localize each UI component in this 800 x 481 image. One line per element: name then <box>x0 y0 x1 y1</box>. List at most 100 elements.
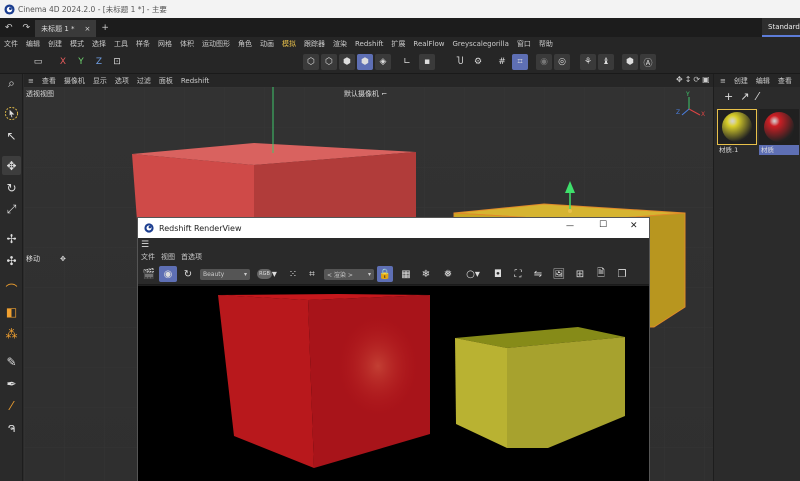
menu-item-14[interactable]: 渲染 <box>333 39 347 49</box>
render-region-icon[interactable]: ⬢ <box>622 54 638 70</box>
menu-item-10[interactable]: 角色 <box>238 39 252 49</box>
viewport-panel-icon[interactable]: ≡ <box>28 77 34 85</box>
menu-item-6[interactable]: 样条 <box>136 39 150 49</box>
render-image[interactable] <box>138 286 649 481</box>
viewport-solo-icon[interactable]: ◎ <box>554 54 570 70</box>
bucket-icon[interactable]: ▦ <box>398 266 414 282</box>
arrow-icon[interactable]: ↗ <box>740 90 749 103</box>
render-settings-icon[interactable]: Ⓐ <box>640 54 656 70</box>
knife-icon[interactable]: ⁄ <box>2 396 21 415</box>
ipr-render-icon[interactable]: ◉ <box>159 266 177 282</box>
add-material-icon[interactable]: + <box>724 90 733 103</box>
camera-label[interactable]: 默认摄像机 ⌐ <box>344 89 387 99</box>
add-snapshot-icon[interactable]: ⊞ <box>572 266 588 282</box>
viewport-menu-item-3[interactable]: 选项 <box>115 76 129 86</box>
primitive-cube-icon[interactable]: ◧ <box>2 302 21 321</box>
menu-item-18[interactable]: Greyscalegorilla <box>453 40 509 48</box>
render-stage-select[interactable]: < 渲染 > ▾ <box>324 268 374 280</box>
axis-x-lock-button[interactable]: X <box>55 54 71 70</box>
save-image-icon[interactable]: 🗎 <box>593 266 609 282</box>
viewport-menu-item-6[interactable]: Redshift <box>181 77 209 85</box>
spline-pen-icon[interactable]: ⌒ <box>2 280 21 299</box>
maximize-view-icon[interactable]: ▣ <box>702 75 710 84</box>
coordinate-tool-icon[interactable]: ✣ <box>2 251 21 270</box>
document-tab-close-icon[interactable]: × <box>85 25 91 33</box>
coordinate-system-icon[interactable]: ⊡ <box>109 54 125 70</box>
layout-selector[interactable]: Standard <box>762 18 800 37</box>
menu-item-4[interactable]: 选择 <box>92 39 106 49</box>
renderview-maximize-button[interactable]: ☐ <box>599 220 607 230</box>
uv-mode-icon[interactable]: ◈ <box>375 54 391 70</box>
renderview-menu-item-0[interactable]: 文件 <box>141 252 155 262</box>
material-menu-item-1[interactable]: 编辑 <box>756 76 770 86</box>
circle-select-icon[interactable]: ○▾ <box>462 266 484 282</box>
menu-item-0[interactable]: 文件 <box>4 39 18 49</box>
menu-item-7[interactable]: 网格 <box>158 39 172 49</box>
material-menu-item-2[interactable]: 查看 <box>778 76 792 86</box>
menu-item-3[interactable]: 模式 <box>70 39 84 49</box>
redo-icon[interactable]: ↷ <box>18 23 36 33</box>
viewport-menu-item-1[interactable]: 摄像机 <box>64 76 85 86</box>
renderview-titlebar[interactable]: Redshift RenderView — ☐ ✕ <box>138 218 649 238</box>
menu-item-9[interactable]: 运动图形 <box>202 39 230 49</box>
model-mode-icon[interactable]: ⬢ <box>357 54 373 70</box>
edges-mode-icon[interactable]: ⬡ <box>321 54 337 70</box>
viewport-menu-item-5[interactable]: 面板 <box>159 76 173 86</box>
focus-icon[interactable]: ◘ <box>490 266 506 282</box>
snowflake-settings-icon[interactable]: ❅ <box>440 266 456 282</box>
menu-item-16[interactable]: 扩展 <box>391 39 405 49</box>
pan-icon[interactable]: ✥ <box>676 75 683 84</box>
snapshot-icon[interactable]: 🖼 <box>551 266 567 282</box>
menu-item-20[interactable]: 帮助 <box>539 39 553 49</box>
renderview-menu-item-1[interactable]: 视图 <box>161 252 175 262</box>
menu-item-5[interactable]: 工具 <box>114 39 128 49</box>
renderview-menu-item-2[interactable]: 首选项 <box>181 252 202 262</box>
rotate-tool-icon[interactable]: ↻ <box>2 178 21 197</box>
document-tab[interactable]: 未标题 1 * × <box>35 20 97 37</box>
menu-item-15[interactable]: Redshift <box>355 40 383 48</box>
compare-icon[interactable]: ⇋ <box>530 266 546 282</box>
aov-select[interactable]: Beauty ▾ <box>200 268 250 280</box>
snowflake-icon[interactable]: ❄ <box>418 266 434 282</box>
generator-icon[interactable]: ⁂ <box>2 324 21 343</box>
add-tab-button[interactable]: + <box>96 23 114 33</box>
hamburger-menu-icon[interactable]: ☰ <box>141 240 149 250</box>
snap-icon[interactable]: Ⴎ <box>452 54 468 70</box>
undo-icon[interactable]: ↶ <box>0 23 18 33</box>
renderview-minimize-button[interactable]: — <box>566 221 574 230</box>
crop-icon[interactable]: ⌗ <box>304 266 320 282</box>
renderview-close-button[interactable]: ✕ <box>630 221 638 231</box>
live-selection-icon[interactable]: ↖ <box>2 126 21 145</box>
move-hud-icon[interactable]: ✥ <box>60 255 66 263</box>
mode-toggle-icon[interactable]: ▭ <box>30 54 46 70</box>
material-panel-icon[interactable]: ≡ <box>720 77 726 85</box>
sculpt-icon[interactable]: ຈ <box>2 418 21 437</box>
material-swatch-1[interactable]: 材质 <box>759 109 799 155</box>
menu-item-19[interactable]: 窗口 <box>517 39 531 49</box>
scale-tool-icon[interactable]: ⤢ <box>2 200 21 219</box>
menu-item-8[interactable]: 体积 <box>180 39 194 49</box>
menu-item-17[interactable]: RealFlow <box>413 40 444 48</box>
symmetry-icon[interactable]: ⚘ <box>580 54 596 70</box>
points-mode-icon[interactable]: ⬡ <box>303 54 319 70</box>
snap-settings-icon[interactable]: ⚙ <box>470 54 486 70</box>
material-menu-item-0[interactable]: 创建 <box>734 76 748 86</box>
copy-icon[interactable]: ❐ <box>614 266 630 282</box>
clapper-icon[interactable]: 🎬 <box>141 266 157 282</box>
viewport-menu-item-0[interactable]: 查看 <box>42 76 56 86</box>
lock-render-icon[interactable]: 🔒 <box>377 266 393 282</box>
pen-icon[interactable]: ✒ <box>2 374 21 393</box>
rgb-channel-select[interactable]: RGB ▾ <box>255 266 279 282</box>
texture-mode-icon[interactable]: ▪ <box>419 54 435 70</box>
material-swatch-0[interactable]: 材质.1 <box>717 109 757 155</box>
gizmo-center[interactable] <box>568 209 572 213</box>
polygons-mode-icon[interactable]: ⬢ <box>339 54 355 70</box>
search-icon[interactable]: ⌕ <box>2 74 21 93</box>
menu-item-1[interactable]: 编辑 <box>26 39 40 49</box>
viewport-menu-item-2[interactable]: 显示 <box>93 76 107 86</box>
transform-tool-icon[interactable]: ✢ <box>2 229 21 248</box>
fit-icon[interactable]: ⛶ <box>510 266 526 282</box>
menu-item-13[interactable]: 跟踪器 <box>304 39 325 49</box>
axis-z-lock-button[interactable]: Z <box>91 54 107 70</box>
grid-dots-icon[interactable]: ⁙ <box>286 266 300 282</box>
